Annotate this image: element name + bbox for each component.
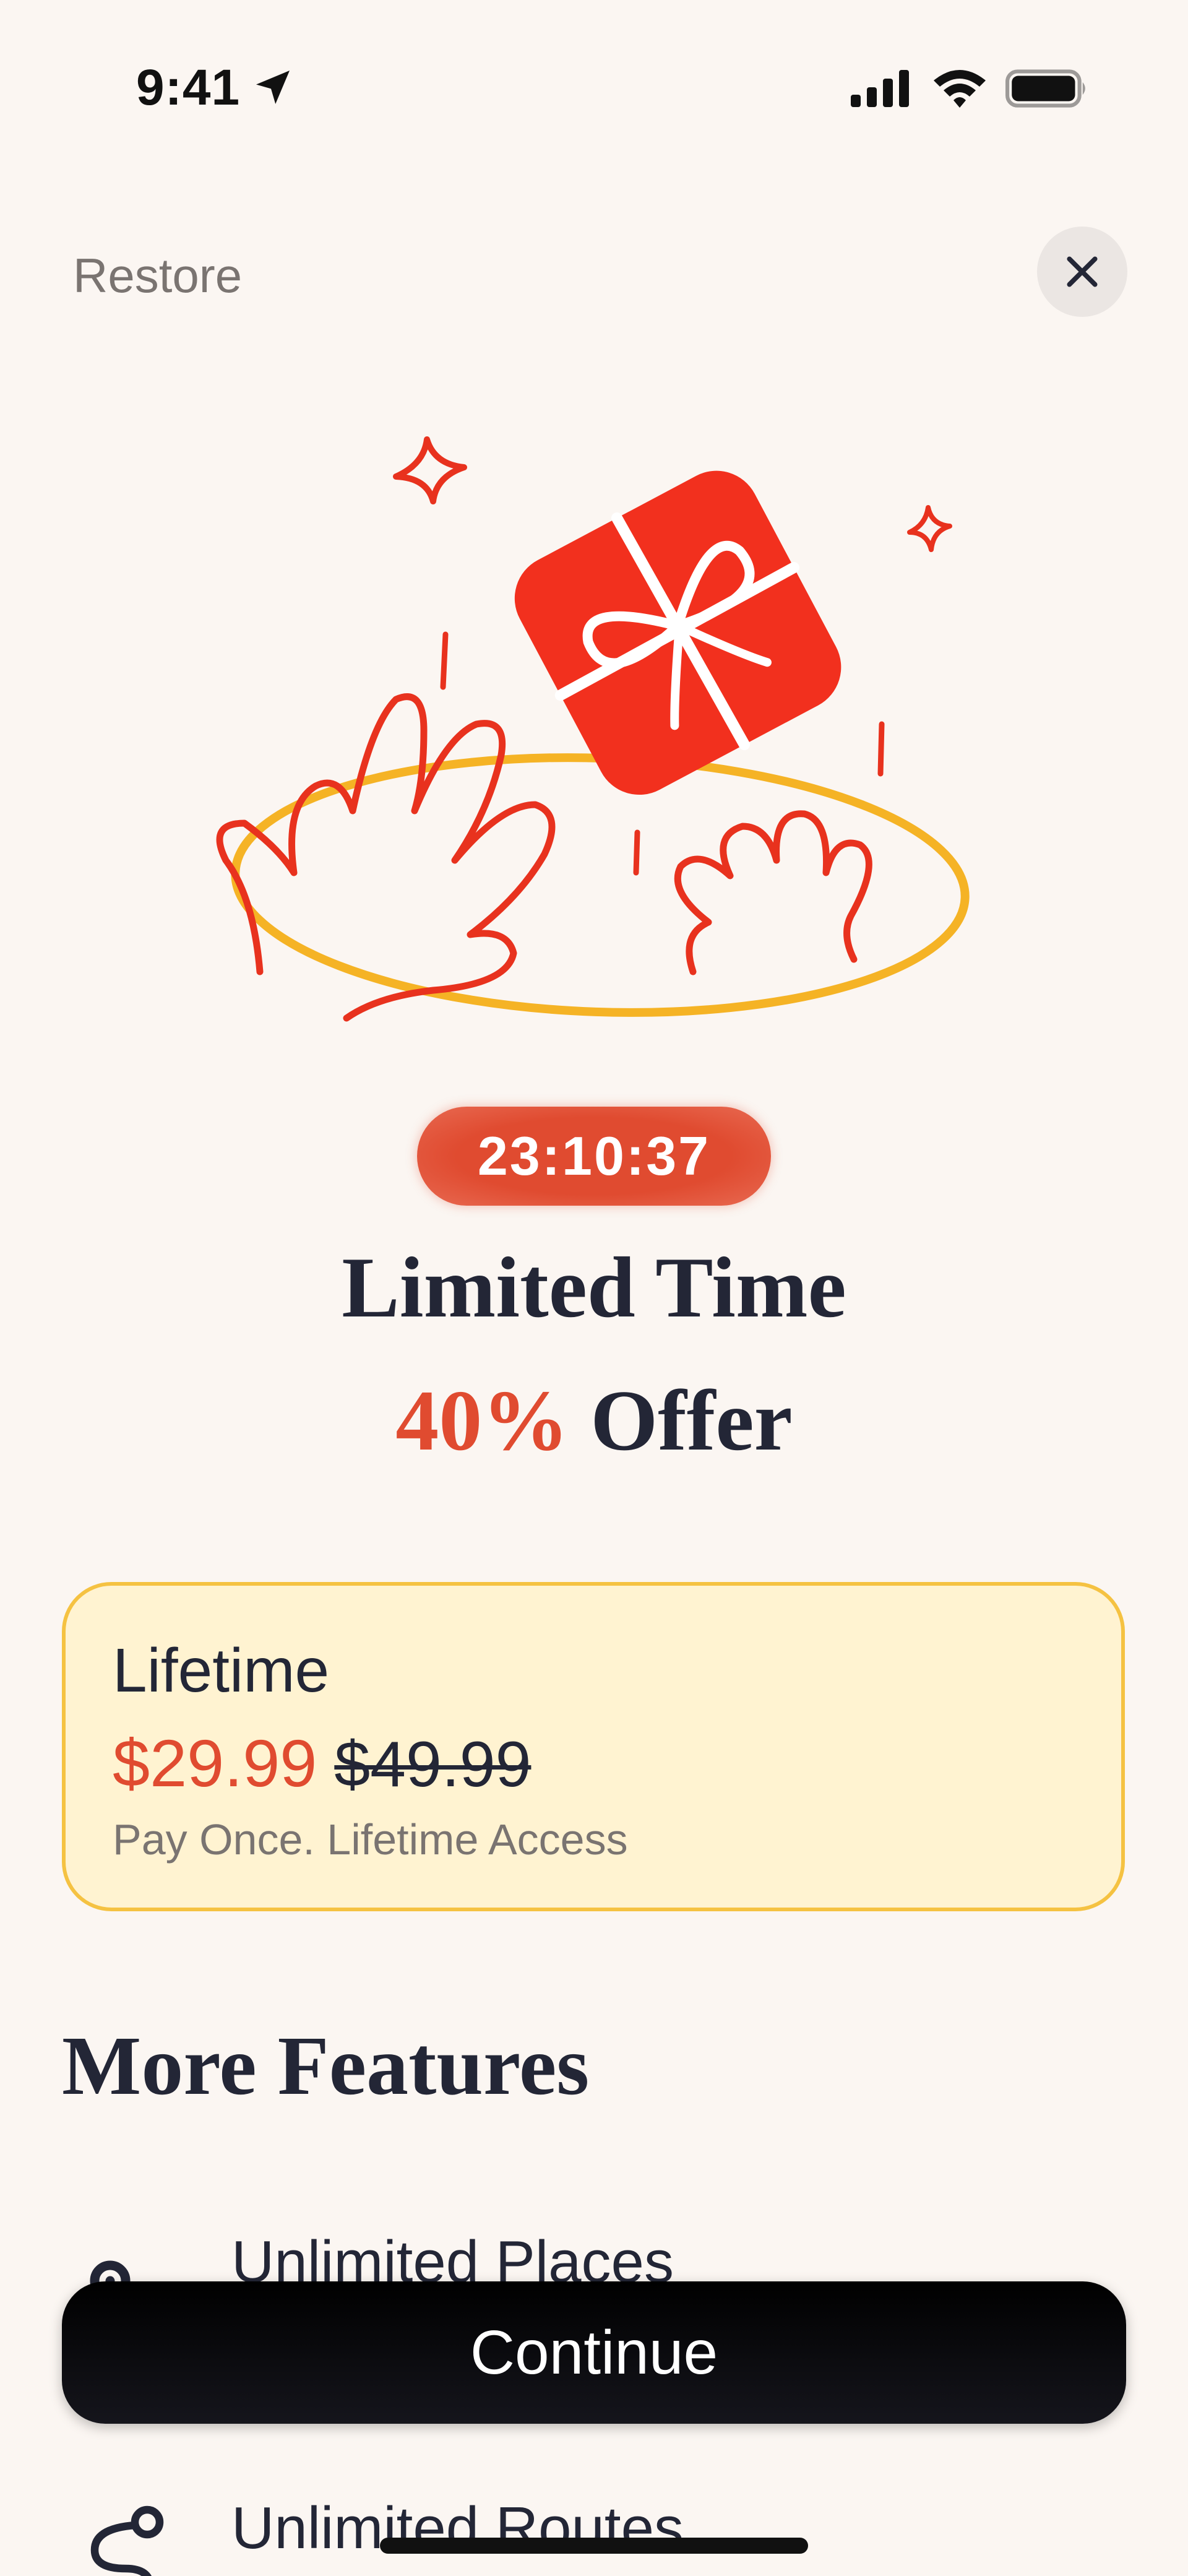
home-indicator [380,2538,808,2554]
countdown-timer: 23:10:37 [417,1107,771,1206]
plan-prices: $29.99 $49.99 [113,1724,531,1802]
gift-hands-illustration [216,436,970,1022]
plan-name: Lifetime [113,1636,330,1705]
close-icon [1067,256,1098,287]
plan-price: $29.99 [113,1726,317,1800]
headline-offer: 40% Offer [0,1371,1188,1471]
feature-item: Unlimited Routes [62,2494,1126,2576]
offer-word: Offer [590,1373,793,1469]
battery-icon [1005,69,1085,108]
paywall-screen: 9:41 Restore 23:10:37 Limited Time 40% O… [0,0,1188,2576]
wifi-icon [934,70,986,108]
location-arrow-icon [256,71,290,104]
route-icon [90,2505,164,2576]
plan-description: Pay Once. Lifetime Access [113,1815,628,1864]
continue-button[interactable]: Continue [62,2281,1126,2424]
close-button[interactable] [1037,227,1127,317]
plan-original-price: $49.99 [334,1729,532,1800]
plan-card-lifetime[interactable]: Lifetime $29.99 $49.99 Pay Once. Lifetim… [62,1582,1125,1911]
headline-limited-time: Limited Time [342,1240,846,1336]
status-time: 9:41 [136,59,241,116]
features-title: More Features [62,2020,590,2112]
restore-button[interactable]: Restore [73,248,242,304]
discount-percent: 40% [395,1373,569,1469]
cellular-signal-icon [851,70,909,107]
